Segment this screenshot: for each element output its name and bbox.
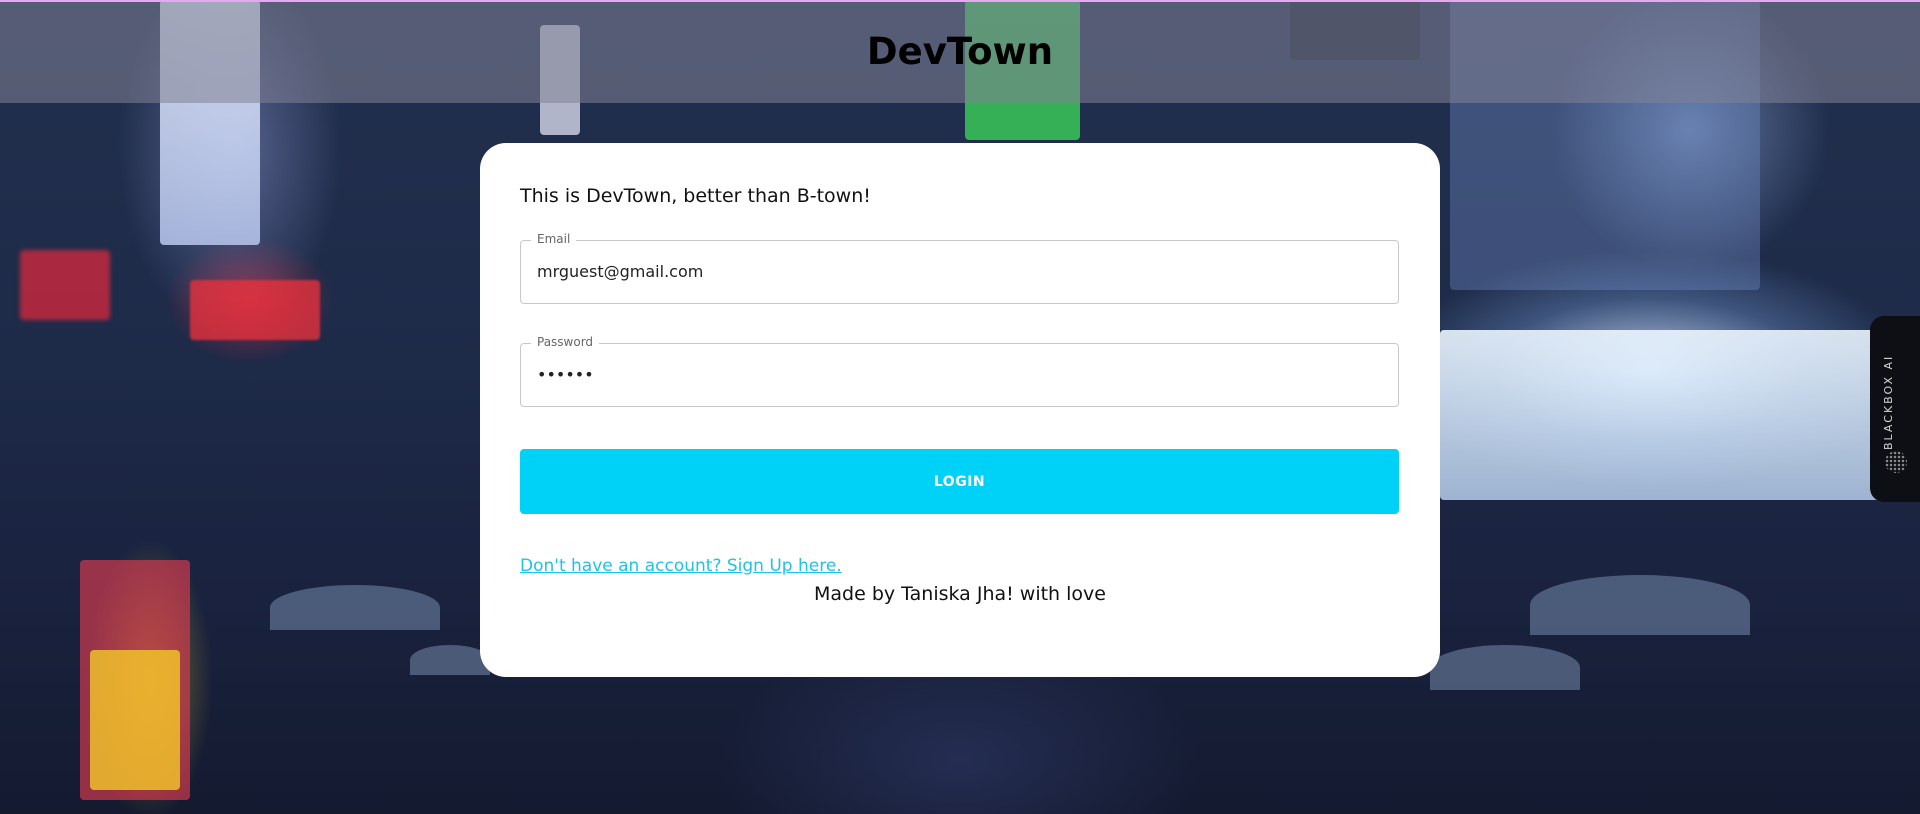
neon-sign: [1440, 330, 1920, 500]
umbrella: [410, 645, 490, 675]
password-input[interactable]: ••••••: [537, 344, 1377, 406]
neon-sign: [190, 280, 320, 340]
login-card: This is DevTown, better than B-town! Ema…: [480, 143, 1440, 677]
blackbox-ai-label: BLACKBOX AI: [1882, 354, 1895, 450]
email-field[interactable]: Email: [520, 232, 1399, 304]
umbrella: [270, 585, 440, 630]
umbrella: [1430, 645, 1580, 690]
signup-link[interactable]: Don't have an account? Sign Up here.: [520, 556, 842, 576]
page: DevTown This is DevTown, better than B-t…: [0, 0, 1920, 814]
neon-sign: [20, 250, 110, 320]
email-input[interactable]: [537, 241, 1377, 303]
login-button[interactable]: LOGIN: [520, 449, 1399, 514]
dots-icon: [1885, 451, 1907, 473]
password-field[interactable]: Password ••••••: [520, 335, 1399, 407]
header-bar: DevTown: [0, 0, 1920, 103]
brand-title: DevTown: [866, 30, 1054, 73]
neon-sign: [90, 650, 180, 790]
card-tagline: This is DevTown, better than B-town!: [520, 185, 871, 207]
blackbox-ai-widget[interactable]: BLACKBOX AI: [1870, 316, 1920, 502]
credit-text: Made by Taniska Jha! with love: [814, 583, 1106, 605]
umbrella: [1530, 575, 1750, 635]
